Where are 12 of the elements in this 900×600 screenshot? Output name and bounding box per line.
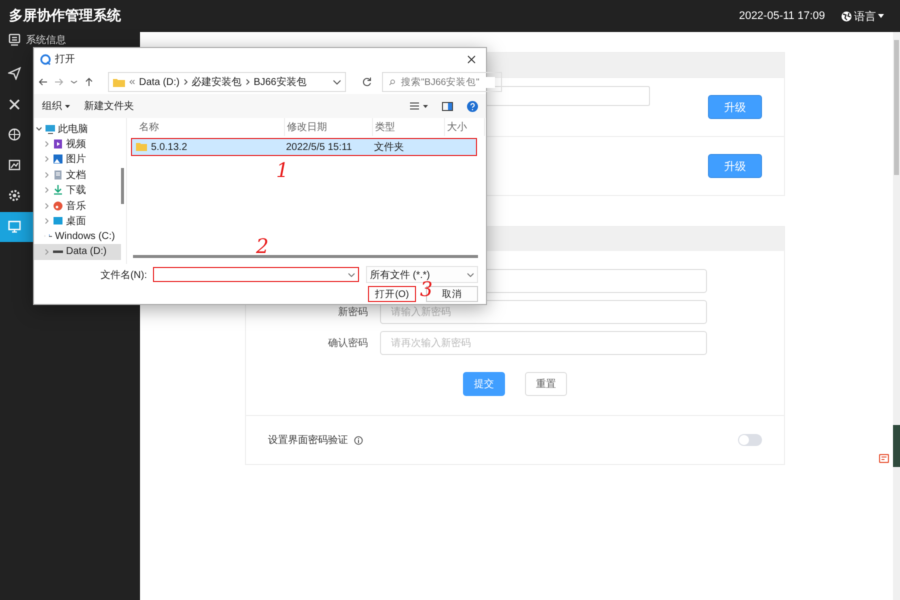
field-label: 确认密码 — [327, 336, 369, 350]
annotation-number: 2 — [256, 236, 269, 256]
dialog-title: 打开 — [55, 52, 76, 66]
field-label: 文件名(N): — [100, 268, 147, 282]
app-title: 多屏协作管理系统 — [9, 7, 122, 25]
field-label: 新密码 — [337, 306, 369, 319]
date-time: 2022-05-11 17:09 — [738, 10, 825, 22]
annotation-number: 1 — [276, 160, 289, 180]
file-type: 文件夹 — [374, 140, 404, 154]
file-name: 5.0.13.2 — [151, 142, 188, 152]
file-date: 2022/5/5 15:11 — [286, 142, 353, 152]
setting-label: 设置界面密码验证 — [268, 434, 348, 447]
